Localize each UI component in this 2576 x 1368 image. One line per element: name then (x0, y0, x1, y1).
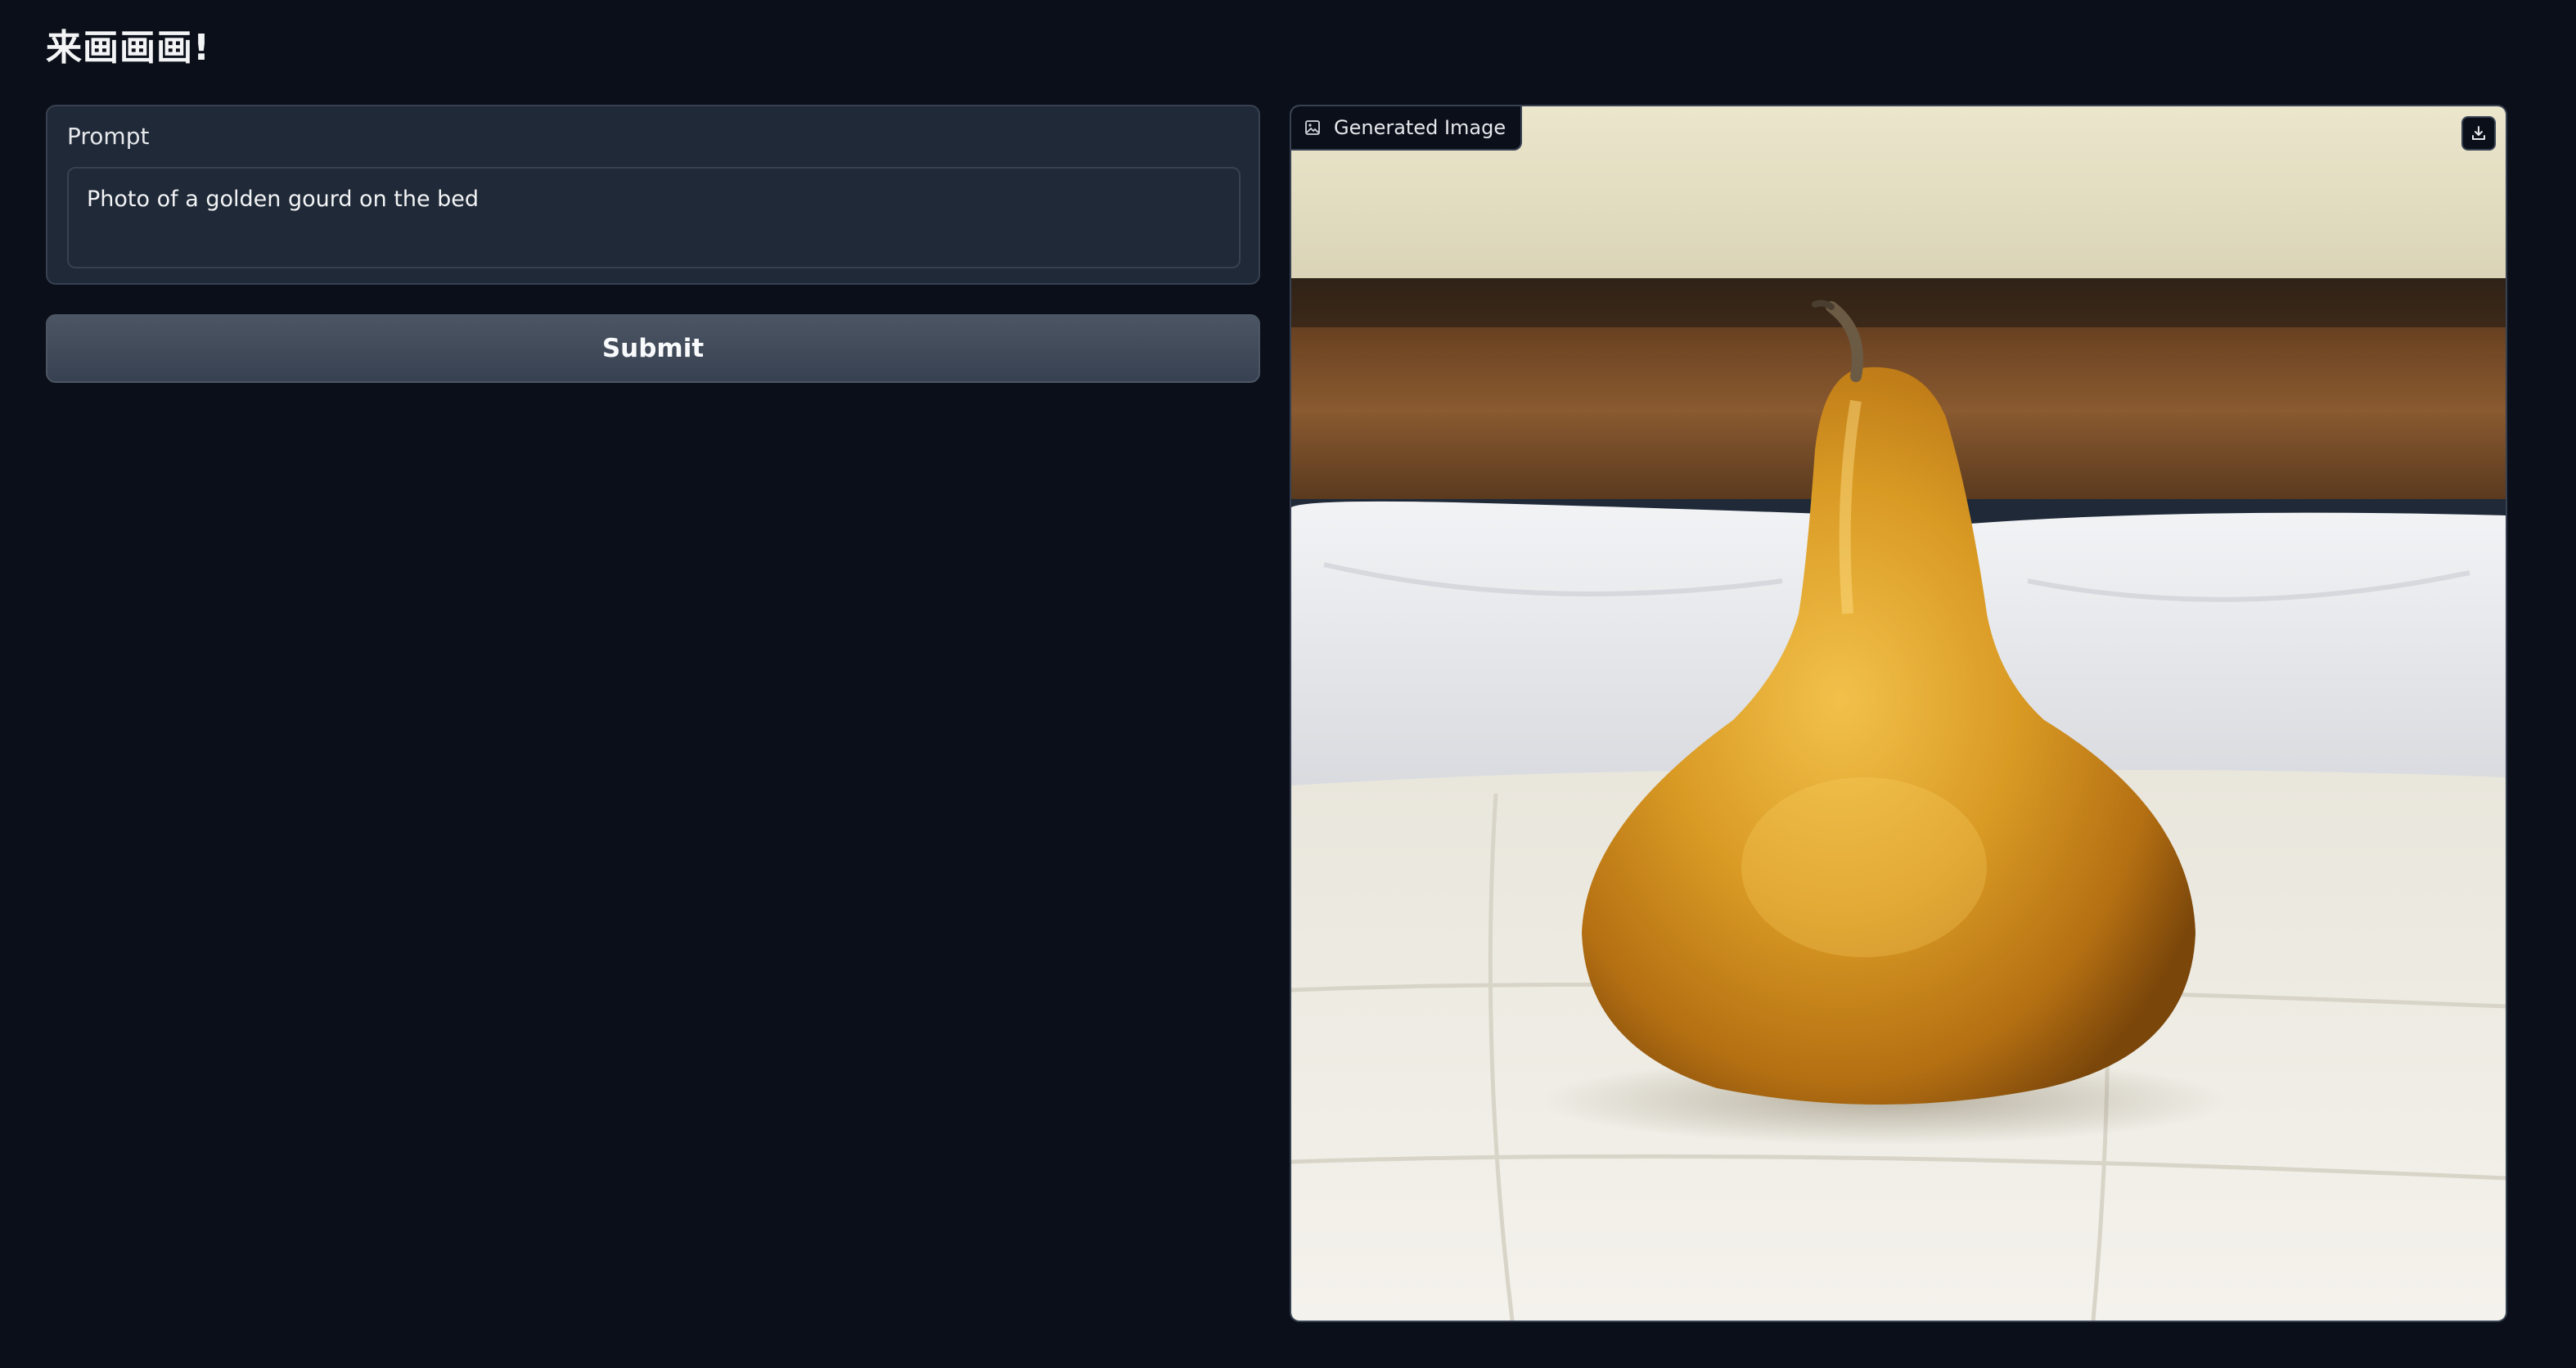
generated-image-label: Generated Image (1291, 106, 1523, 151)
page-title: 来画画画! (46, 27, 211, 69)
prompt-block: Prompt Photo of a golden gourd on the be… (46, 105, 1260, 285)
generated-image-label-text: Generated Image (1334, 116, 1506, 139)
submit-button[interactable]: Submit (46, 314, 1260, 383)
download-icon (2472, 126, 2485, 140)
generated-image-panel: Generated Image (1290, 105, 2507, 1322)
prompt-label: Prompt (67, 123, 150, 150)
generated-image (1291, 106, 2506, 1321)
download-button[interactable] (2461, 116, 2496, 151)
image-icon (1305, 120, 1320, 135)
prompt-input[interactable]: Photo of a golden gourd on the bed (67, 167, 1241, 268)
